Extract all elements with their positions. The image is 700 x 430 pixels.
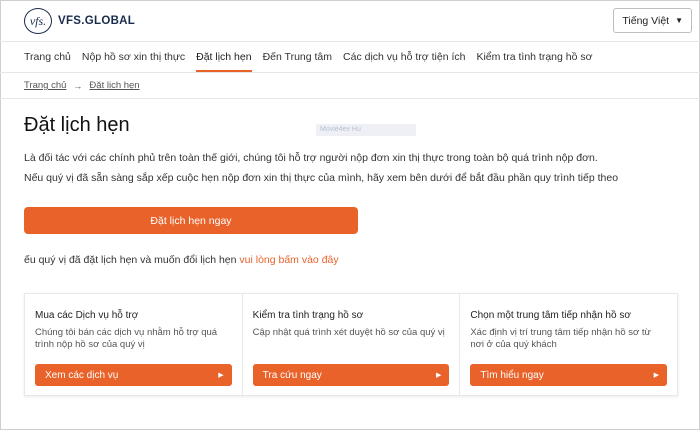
card-track-application: Kiểm tra tình trạng hồ sơ Cập nhật quá t… bbox=[241, 294, 460, 395]
caret-right-icon: ▶ bbox=[435, 372, 442, 379]
vfs-logo-text: VFS.GLOBAL bbox=[58, 15, 136, 27]
card-choose-centre: Chọn một trung tâm tiếp nhận hồ sơ Xác đ… bbox=[459, 294, 677, 395]
site-header: vfs. VFS.GLOBAL Tiếng Việt ▼ bbox=[0, 0, 700, 42]
nav-divider bbox=[0, 72, 700, 73]
reschedule-label: ếu quý vị đã đặt lịch hẹn và muốn đổi lị… bbox=[24, 254, 240, 266]
language-label: Tiếng Việt bbox=[622, 14, 670, 27]
nav-item-home[interactable]: Trang chủ bbox=[24, 42, 71, 72]
card-title: Kiểm tra tình trạng hồ sơ bbox=[252, 310, 364, 321]
nav-item-track-application[interactable]: Kiểm tra tình trạng hồ sơ bbox=[476, 42, 592, 72]
view-services-button[interactable]: Xem các dịch vụ ▶ bbox=[35, 364, 232, 386]
service-cards: Mua các Dịch vụ hỗ trợ Chúng tôi bán các… bbox=[24, 293, 678, 396]
arrow-right-icon: → bbox=[73, 80, 83, 91]
vfs-logo[interactable]: vfs. VFS.GLOBAL bbox=[24, 8, 135, 34]
instruction-paragraph: Nếu quý vị đã sẵn sàng sắp xếp cuộc hẹn … bbox=[24, 172, 619, 184]
overlay-watermark: Movie4ev Hu bbox=[316, 124, 416, 136]
breadcrumb-current-link[interactable]: Đặt lịch hẹn bbox=[89, 80, 139, 91]
card-description: Cập nhật quá trình xét duyệt hồ sơ của q… bbox=[252, 327, 445, 338]
breadcrumb: Trang chủ → Đặt lịch hẹn bbox=[24, 80, 140, 91]
card-button-label: Xem các dịch vụ bbox=[45, 369, 119, 381]
reschedule-text: ếu quý vị đã đặt lịch hẹn và muốn đổi lị… bbox=[24, 254, 339, 266]
language-select[interactable]: Tiếng Việt ▼ bbox=[613, 8, 692, 33]
card-purchase-services: Mua các Dịch vụ hỗ trợ Chúng tôi bán các… bbox=[25, 294, 242, 395]
chevron-down-icon: ▼ bbox=[675, 16, 683, 25]
page-title: Đặt lịch hẹn bbox=[24, 114, 130, 136]
main-nav: Trang chủ Nộp hồ sơ xin thị thực Đặt lịc… bbox=[24, 42, 604, 72]
caret-right-icon: ▶ bbox=[653, 372, 660, 379]
card-title: Chọn một trung tâm tiếp nhận hồ sơ bbox=[470, 310, 631, 321]
card-description: Chúng tôi bán các dịch vụ nhằm hỗ trợ qu… bbox=[35, 327, 218, 350]
vfs-logo-mark: vfs. bbox=[24, 8, 52, 34]
nav-item-value-added-services[interactable]: Các dịch vụ hỗ trợ tiện ích bbox=[343, 42, 465, 72]
learn-more-button[interactable]: Tìm hiểu ngay ▶ bbox=[470, 364, 668, 386]
breadcrumb-home-link[interactable]: Trang chủ bbox=[24, 80, 66, 91]
breadcrumb-divider bbox=[0, 98, 700, 99]
nav-item-book-appointment[interactable]: Đặt lịch hẹn bbox=[196, 42, 252, 72]
card-title: Mua các Dịch vụ hỗ trợ bbox=[35, 310, 139, 321]
nav-item-apply-visa[interactable]: Nộp hồ sơ xin thị thực bbox=[82, 42, 185, 72]
intro-paragraph: Là đối tác với các chính phủ trên toàn t… bbox=[24, 152, 598, 164]
caret-right-icon: ▶ bbox=[218, 372, 224, 379]
card-button-label: Tìm hiểu ngay bbox=[480, 369, 544, 381]
track-now-button[interactable]: Tra cứu ngay ▶ bbox=[252, 364, 450, 386]
nav-item-visit-centre[interactable]: Đến Trung tâm bbox=[263, 42, 332, 72]
card-description: Xác định vị trí trung tâm tiếp nhận hồ s… bbox=[470, 327, 651, 350]
card-button-label: Tra cứu ngay bbox=[262, 369, 322, 381]
reschedule-link[interactable]: vui lòng bấm vào đây bbox=[239, 254, 338, 266]
book-appointment-button[interactable]: Đặt lịch hẹn ngay bbox=[24, 207, 358, 234]
